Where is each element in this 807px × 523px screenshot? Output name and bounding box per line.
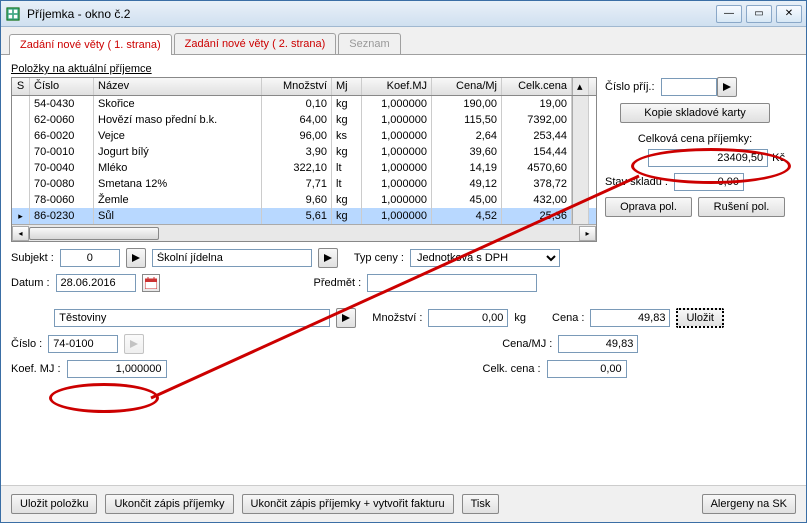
typ-ceny-select[interactable]: Jednotková s DPH — [410, 249, 560, 267]
koef-label: Koef. MJ : — [11, 363, 61, 375]
tab-strip: Zadání nové věty ( 1. strana) Zadání nov… — [1, 27, 806, 55]
celkcena-value — [547, 360, 627, 378]
window-title: Příjemka - okno č.2 — [27, 7, 716, 21]
tab-seznam: Seznam — [338, 33, 400, 54]
annotation-circle-nazev — [49, 383, 159, 413]
scroll-right-button[interactable]: ▸ — [579, 226, 596, 241]
col-mnozstvi[interactable]: Množství — [262, 78, 332, 95]
tisk-button[interactable]: Tisk — [462, 494, 500, 514]
subjekt-play-button[interactable] — [318, 248, 338, 268]
predmet-label: Předmět : — [314, 277, 362, 289]
alergeny-button[interactable]: Alergeny na SK — [702, 494, 796, 514]
content-area: Položky na aktuální příjemce S Číslo Náz… — [1, 55, 806, 485]
koef-value — [67, 360, 167, 378]
table-row[interactable]: 66-0020Vejce96,00ks1,0000002,64253,44 — [12, 128, 596, 144]
form-area: Subjekt : Typ ceny : Jednotková s DPH Da… — [11, 248, 796, 378]
items-table: S Číslo Název Množství Mj Koef.MJ Cena/M… — [11, 77, 597, 242]
table-row[interactable]: 62-0060Hovězí maso přední b.k.64,00kg1,0… — [12, 112, 596, 128]
ukoncit-zapis-button[interactable]: Ukončit zápis příjemky — [105, 494, 233, 514]
table-caption: Položky na aktuální příjemce — [11, 63, 796, 75]
col-cena[interactable]: Cena/Mj — [432, 78, 502, 95]
window-controls: — ▭ ✕ — [716, 5, 802, 23]
stav-skladu-label: Stav skladu : — [605, 176, 668, 188]
scrollbar-horizontal[interactable]: ◂ ▸ — [12, 224, 596, 241]
col-s[interactable]: S — [12, 78, 30, 95]
col-koef[interactable]: Koef.MJ — [362, 78, 432, 95]
cenamj-label: Cena/MJ : — [502, 338, 552, 350]
cenamj-value — [558, 335, 638, 353]
col-nazev[interactable]: Název — [94, 78, 262, 95]
maximize-button[interactable]: ▭ — [746, 5, 772, 23]
subjekt-label: Subjekt : — [11, 252, 54, 264]
table-row[interactable]: 70-0040Mléko322,10lt1,00000014,194570,60 — [12, 160, 596, 176]
ukoncit-faktura-button[interactable]: Ukončit zápis příjemky + vytvořit faktur… — [242, 494, 454, 514]
cislo-label: Číslo : — [11, 338, 42, 350]
table-row[interactable]: 70-0010Jogurt bílý3,90kg1,00000039,60154… — [12, 144, 596, 160]
table-row[interactable]: 70-0080Smetana 12%7,71lt1,00000049,12378… — [12, 176, 596, 192]
bottom-toolbar: Uložit položku Ukončit zápis příjemky Uk… — [1, 485, 806, 522]
celkova-cena-value — [648, 149, 768, 167]
cena-label: Cena : — [552, 312, 584, 324]
celkova-cena-label: Celková cena příjemky: — [605, 133, 785, 145]
mnozstvi-label: Množství : — [372, 312, 422, 324]
col-celk[interactable]: Celk.cena — [502, 78, 572, 95]
ulozit-polozku-button[interactable]: Uložit položku — [11, 494, 97, 514]
subjekt-input[interactable] — [60, 249, 120, 267]
cislo-prij-label: Číslo příj.: — [605, 81, 655, 93]
cislo-value — [48, 335, 118, 353]
table-header: S Číslo Název Množství Mj Koef.MJ Cena/M… — [12, 78, 596, 96]
app-icon — [5, 6, 21, 22]
table-row[interactable]: 54-0430Skořice0,10kg1,000000190,0019,00 — [12, 96, 596, 112]
mnozstvi-input[interactable] — [428, 309, 508, 327]
oprava-pol-button[interactable]: Oprava pol. — [605, 197, 692, 217]
cislo-lookup-button — [124, 334, 144, 354]
typ-ceny-label: Typ ceny : — [354, 252, 404, 264]
scroll-left-button[interactable]: ◂ — [12, 226, 29, 241]
predmet-input[interactable] — [367, 274, 537, 292]
tab-page1[interactable]: Zadání nové věty ( 1. strana) — [9, 34, 172, 55]
cislo-prij-input[interactable] — [661, 78, 717, 96]
celkova-cena-unit: Kč — [772, 152, 785, 164]
subjekt-lookup-button[interactable] — [126, 248, 146, 268]
scroll-thumb[interactable] — [29, 227, 159, 240]
mnozstvi-unit: kg — [514, 312, 526, 324]
datum-label: Datum : — [11, 277, 50, 289]
scrollbar-up[interactable]: ▴ — [572, 78, 589, 95]
nazev-input[interactable] — [54, 309, 330, 327]
cislo-prij-lookup-button[interactable] — [717, 77, 737, 97]
scroll-track[interactable] — [29, 226, 579, 241]
right-pane: Číslo příj.: Kopie skladové karty Celkov… — [605, 77, 785, 242]
subjekt-text — [152, 249, 312, 267]
close-button[interactable]: ✕ — [776, 5, 802, 23]
ruseni-pol-button[interactable]: Rušení pol. — [698, 197, 785, 217]
cena-input[interactable] — [590, 309, 670, 327]
datum-input[interactable] — [56, 274, 136, 292]
stav-skladu-value — [674, 173, 744, 191]
ulozit-button[interactable]: Uložit — [676, 308, 724, 328]
celkcena-label: Celk. cena : — [483, 363, 541, 375]
table-row[interactable]: 86-0230Sůl5,61kg1,0000004,5225,36 — [12, 208, 596, 224]
titlebar: Příjemka - okno č.2 — ▭ ✕ — [1, 1, 806, 27]
table-row[interactable]: 78-0060Žemle9,60kg1,00000045,00432,00 — [12, 192, 596, 208]
tab-page2[interactable]: Zadání nové věty ( 2. strana) — [174, 33, 337, 54]
minimize-button[interactable]: — — [716, 5, 742, 23]
window: Příjemka - okno č.2 — ▭ ✕ Zadání nové vě… — [0, 0, 807, 523]
col-cislo[interactable]: Číslo — [30, 78, 94, 95]
kopie-skladove-karty-button[interactable]: Kopie skladové karty — [620, 103, 770, 123]
nazev-lookup-button[interactable] — [336, 308, 356, 328]
table-body: 54-0430Skořice0,10kg1,000000190,0019,006… — [12, 96, 596, 224]
calendar-icon[interactable] — [142, 274, 160, 292]
col-mj[interactable]: Mj — [332, 78, 362, 95]
